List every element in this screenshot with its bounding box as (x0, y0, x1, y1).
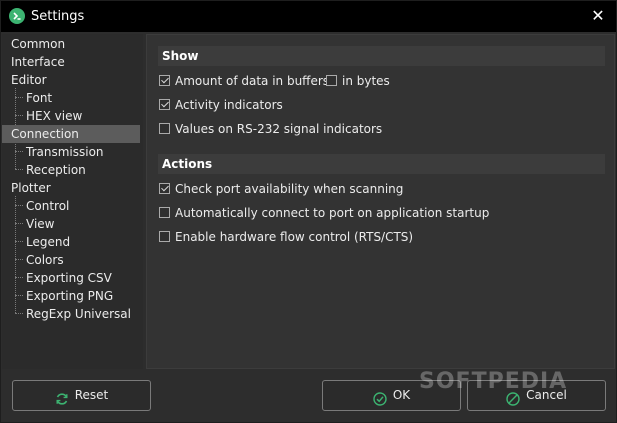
amount-of-data-checkbox[interactable]: Amount of data in buffers (159, 73, 329, 91)
sidebar-item-regexp-universal[interactable]: RegExp Universal (2, 305, 140, 323)
sidebar-item-interface[interactable]: Interface (2, 53, 140, 71)
softpedia-watermark: SOFTPEDIA (419, 369, 568, 394)
auto-connect-label: Automatically connect to port on applica… (175, 206, 490, 220)
auto-connect-checkbox[interactable]: Automatically connect to port on applica… (159, 205, 489, 223)
checkbox-checked-icon (159, 99, 170, 110)
section-header-show: Show (158, 46, 605, 66)
checkbox-unchecked-icon (326, 75, 337, 86)
ok-button-label: OK (392, 388, 411, 402)
sidebar-item-editor[interactable]: Editor (2, 71, 140, 89)
sidebar-item-legend[interactable]: Legend (2, 233, 140, 251)
check-port-label: Check port availability when scanning (175, 182, 404, 196)
sidebar-item-common[interactable]: Common (2, 35, 140, 53)
checkbox-checked-icon (159, 75, 170, 86)
sidebar-item-reception[interactable]: Reception (2, 161, 140, 179)
sidebar-item-view[interactable]: View (2, 215, 140, 233)
flow-control-label: Enable hardware flow control (RTS/CTS) (175, 230, 414, 244)
sidebar-item-exporting-png[interactable]: Exporting PNG (2, 287, 140, 305)
checkbox-unchecked-icon (159, 123, 170, 134)
settings-content-panel: Show Amount of data in buffers in bytes … (146, 34, 615, 369)
check-port-checkbox[interactable]: Check port availability when scanning (159, 181, 403, 199)
title-bar: Settings ✕ (1, 1, 616, 32)
sidebar-item-plotter[interactable]: Plotter (2, 179, 140, 197)
app-logo-icon (9, 8, 25, 24)
sidebar-item-font[interactable]: Font (2, 89, 140, 107)
checkbox-checked-icon (159, 183, 170, 194)
rs232-values-label: Values on RS-232 signal indicators (175, 122, 383, 136)
activity-indicators-checkbox[interactable]: Activity indicators (159, 97, 283, 115)
checkbox-unchecked-icon (159, 207, 170, 218)
settings-sidebar: Common Interface Editor Font HEX view Co… (2, 34, 143, 369)
sidebar-item-transmission[interactable]: Transmission (2, 143, 140, 161)
ok-check-icon (373, 388, 387, 406)
in-bytes-label: in bytes (342, 74, 390, 88)
flow-control-checkbox[interactable]: Enable hardware flow control (RTS/CTS) (159, 229, 413, 247)
amount-of-data-label: Amount of data in buffers (175, 74, 330, 88)
sidebar-item-connection[interactable]: Connection (2, 125, 140, 143)
sidebar-item-control[interactable]: Control (2, 197, 140, 215)
reset-button[interactable]: Reset (12, 380, 151, 411)
activity-indicators-label: Activity indicators (175, 98, 283, 112)
sidebar-item-exporting-csv[interactable]: Exporting CSV (2, 269, 140, 287)
checkbox-unchecked-icon (159, 231, 170, 242)
reset-button-label: Reset (74, 388, 109, 402)
sidebar-item-hex-view[interactable]: HEX view (2, 107, 140, 125)
rs232-values-checkbox[interactable]: Values on RS-232 signal indicators (159, 121, 382, 139)
window-title: Settings (31, 9, 85, 24)
in-bytes-checkbox[interactable]: in bytes (326, 73, 390, 91)
settings-window: Settings ✕ Common Interface Editor Font … (0, 0, 617, 423)
section-header-actions: Actions (158, 154, 605, 174)
reset-icon (55, 388, 69, 405)
close-icon[interactable]: ✕ (586, 5, 610, 27)
sidebar-item-colors[interactable]: Colors (2, 251, 140, 269)
